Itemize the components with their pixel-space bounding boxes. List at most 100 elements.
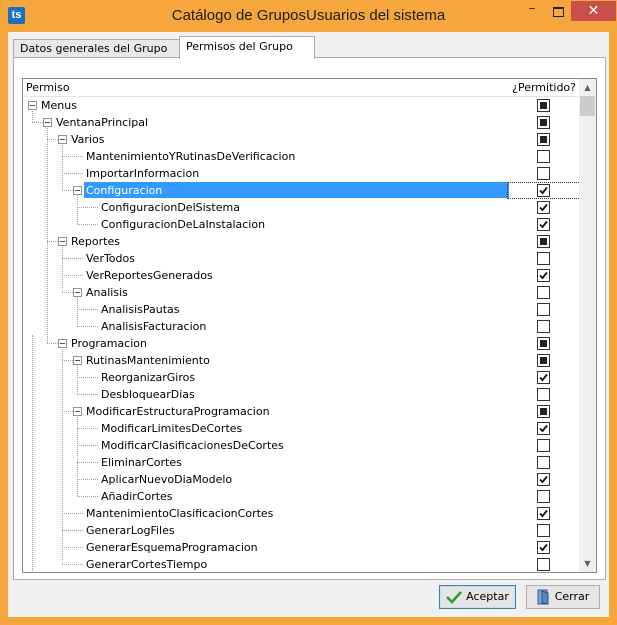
tree-row[interactable]: Menus xyxy=(23,97,579,114)
tree-row[interactable]: ConfiguracionDeLaInstalacion xyxy=(23,216,579,233)
permitido-checkbox[interactable] xyxy=(537,133,550,146)
maximize-button[interactable] xyxy=(545,1,571,21)
tree-row[interactable]: RutinasMantenimiento xyxy=(23,352,579,369)
permitido-checkbox[interactable] xyxy=(537,99,550,112)
tree-row[interactable]: Configuracion xyxy=(23,182,581,199)
vertical-scrollbar[interactable]: ▲ ▼ xyxy=(579,79,596,572)
permitido-checkbox[interactable] xyxy=(537,524,550,537)
tree-row[interactable]: ModificarEstructuraProgramacion xyxy=(23,403,579,420)
tree-row[interactable]: AnalisisFacturacion xyxy=(23,318,579,335)
column-header-permiso[interactable]: Permiso xyxy=(26,79,70,96)
tree-row[interactable]: Reportes xyxy=(23,233,579,250)
tree-row[interactable]: AnalisisPautas xyxy=(23,301,579,318)
scroll-down-arrow-icon[interactable]: ▼ xyxy=(579,555,596,572)
tree-row[interactable]: GenerarEsquemaProgramacion xyxy=(23,539,579,556)
tree-item-label: RutinasMantenimiento xyxy=(86,354,210,367)
tree-connector xyxy=(62,275,83,276)
checkmark-icon xyxy=(446,591,463,604)
tree-row[interactable]: Varios xyxy=(23,131,579,148)
permitido-checkbox[interactable] xyxy=(537,541,550,554)
tree-row[interactable]: VentanaPrincipal xyxy=(23,114,579,131)
tree-row[interactable]: Programacion xyxy=(23,335,579,352)
tab-permisos[interactable]: Permisos del Grupo xyxy=(179,36,315,59)
tree-row[interactable]: GenerarCortesTiempo xyxy=(23,556,579,572)
title-bar[interactable]: ts Catálogo de GruposUsuarios del sistem… xyxy=(0,0,617,32)
tree-item-label: DesbloquearDias xyxy=(101,388,195,401)
close-window-button[interactable]: ✕ xyxy=(571,1,616,21)
tree-row[interactable]: VerReportesGenerados xyxy=(23,267,579,284)
permitido-checkbox[interactable] xyxy=(537,150,550,163)
permitido-checkbox[interactable] xyxy=(537,388,550,401)
permitido-checkbox[interactable] xyxy=(537,354,550,367)
permitido-checkbox[interactable] xyxy=(537,371,550,384)
tree-row[interactable]: AplicarNuevoDiaModelo xyxy=(23,471,579,488)
tree-row[interactable]: MantenimientoYRutinasDeVerificacion xyxy=(23,148,579,165)
tree-connector xyxy=(62,258,83,259)
tree-connector xyxy=(77,309,98,310)
tree-item-label: Menus xyxy=(41,99,77,112)
permissions-tree-grid[interactable]: Permiso ¿Permitido? Menus VentanaPrincipa… xyxy=(22,78,597,573)
check-icon xyxy=(539,271,548,280)
tree-connector xyxy=(77,224,98,225)
tree-row[interactable]: ImportarInformacion xyxy=(23,165,579,182)
tree-row[interactable]: GenerarLogFiles xyxy=(23,522,579,539)
permitido-checkbox[interactable] xyxy=(537,456,550,469)
dialog-client: Datos generales del Grupo Permisos del G… xyxy=(8,32,609,617)
permitido-checkbox[interactable] xyxy=(537,337,550,350)
tree-connector xyxy=(47,139,58,140)
tree-connector xyxy=(77,194,78,224)
accept-button[interactable]: Aceptar xyxy=(439,585,516,609)
permitido-checkbox[interactable] xyxy=(537,405,550,418)
permitido-checkbox[interactable] xyxy=(537,167,550,180)
tree-rows: Menus VentanaPrincipal Varios Mantenimiento… xyxy=(23,97,581,572)
tree-connector xyxy=(77,415,78,496)
scroll-thumb[interactable] xyxy=(580,96,595,116)
tree-connector xyxy=(77,207,98,208)
permitido-checkbox[interactable] xyxy=(537,218,550,231)
permitido-checkbox[interactable] xyxy=(537,490,550,503)
permitido-checkbox[interactable] xyxy=(537,252,550,265)
permitido-checkbox[interactable] xyxy=(537,439,550,452)
tree-row[interactable]: ConfiguracionDelSistema xyxy=(23,199,579,216)
permitido-checkbox[interactable] xyxy=(537,201,550,214)
tree-connector xyxy=(62,143,63,190)
tree-item-label: AplicarNuevoDiaModelo xyxy=(101,473,233,486)
permitido-checkbox[interactable] xyxy=(537,116,550,129)
minimize-button[interactable]: – xyxy=(519,1,545,21)
column-header-permitido[interactable]: ¿Permitido? xyxy=(512,79,576,96)
tree-row[interactable]: EliminarCortes xyxy=(23,454,579,471)
tree-row[interactable]: VerTodos xyxy=(23,250,579,267)
tree-row[interactable]: DesbloquearDias xyxy=(23,386,579,403)
check-icon xyxy=(539,186,548,195)
tree-item-label: ModificarClasificacionesDeCortes xyxy=(101,439,284,452)
tree-row[interactable]: AñadirCortes xyxy=(23,488,579,505)
permitido-checkbox[interactable] xyxy=(537,286,550,299)
permitido-checkbox[interactable] xyxy=(537,320,550,333)
tree-row[interactable]: ModificarLimitesDeCortes xyxy=(23,420,579,437)
tree-row[interactable]: ModificarClasificacionesDeCortes xyxy=(23,437,579,454)
tree-item-label: MantenimientoYRutinasDeVerificacion xyxy=(86,150,296,163)
tree-item-label: VentanaPrincipal xyxy=(56,116,149,129)
close-button[interactable]: Cerrar xyxy=(526,585,600,609)
permitido-checkbox[interactable] xyxy=(537,235,550,248)
tree-connector xyxy=(47,241,58,242)
permitido-checkbox[interactable] xyxy=(537,473,550,486)
scroll-up-arrow-icon[interactable]: ▲ xyxy=(579,79,596,96)
grid-header: Permiso ¿Permitido? xyxy=(23,79,579,97)
tree-row[interactable]: ReorganizarGiros xyxy=(23,369,579,386)
permitido-checkbox[interactable] xyxy=(537,303,550,316)
tree-item-label: ModificarLimitesDeCortes xyxy=(101,422,243,435)
tree-item-label: AnalisisFacturacion xyxy=(101,320,207,333)
permitido-checkbox[interactable] xyxy=(537,422,550,435)
accept-button-label: Aceptar xyxy=(466,590,509,603)
tree-row[interactable]: Analisis xyxy=(23,284,579,301)
permitido-checkbox[interactable] xyxy=(537,184,550,197)
permitido-checkbox[interactable] xyxy=(537,558,550,571)
permitido-checkbox[interactable] xyxy=(537,269,550,282)
check-icon xyxy=(539,475,548,484)
tree-item-label: AñadirCortes xyxy=(101,490,173,503)
tree-item-label: ConfiguracionDelSistema xyxy=(101,201,240,214)
permitido-checkbox[interactable] xyxy=(537,507,550,520)
tab-datos-generales[interactable]: Datos generales del Grupo xyxy=(13,39,181,58)
tree-row[interactable]: MantenimientoClasificacionCortes xyxy=(23,505,579,522)
